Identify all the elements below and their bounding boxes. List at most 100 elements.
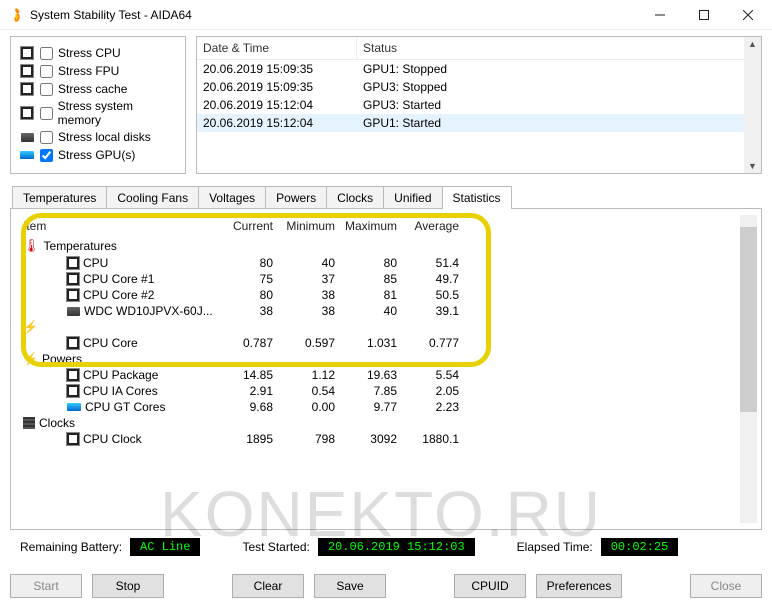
cpu-icon <box>67 273 79 285</box>
clear-button[interactable]: Clear <box>232 574 304 598</box>
stats-header-min[interactable]: Minimum <box>283 219 345 233</box>
stats-row[interactable]: CPU80408051.4 <box>15 255 740 271</box>
stress-label: Stress CPU <box>58 46 121 60</box>
close-button[interactable] <box>726 1 770 29</box>
stats-header-item[interactable]: Item <box>15 219 221 233</box>
tab-cooling-fans[interactable]: Cooling Fans <box>106 186 199 209</box>
events-scrollbar[interactable]: ▲▼ <box>744 37 761 173</box>
group-label: Powers <box>42 352 82 366</box>
cell-max: 3092 <box>345 432 407 446</box>
stats-header-cur[interactable]: Current <box>221 219 283 233</box>
row-name: CPU Core #1 <box>83 272 154 286</box>
cell-max: 81 <box>345 288 407 302</box>
stress-checkbox-3[interactable] <box>40 107 53 120</box>
start-button[interactable]: Start <box>10 574 82 598</box>
stats-group[interactable]: 🌡 Temperatures <box>15 237 740 255</box>
cell-min: 38 <box>283 288 345 302</box>
cpuid-button[interactable]: CPUID <box>454 574 526 598</box>
stats-group[interactable]: Clocks <box>15 415 740 431</box>
row-name: CPU GT Cores <box>85 400 165 414</box>
cell-max: 1.031 <box>345 336 407 350</box>
stress-label: Stress GPU(s) <box>58 148 135 162</box>
statusbar: Remaining Battery: AC Line Test Started:… <box>10 530 762 564</box>
scroll-down-icon[interactable]: ▼ <box>746 159 759 173</box>
cell-max: 85 <box>345 272 407 286</box>
gpu-icon <box>19 147 35 163</box>
stats-group[interactable]: ⚡ <box>15 319 740 335</box>
stats-group[interactable]: ⚡Powers <box>15 351 740 367</box>
cell-cur: 38 <box>221 304 283 318</box>
tab-voltages[interactable]: Voltages <box>198 186 266 209</box>
preferences-button[interactable]: Preferences <box>536 574 622 598</box>
panel-scrollbar[interactable] <box>740 215 757 523</box>
stats-row[interactable]: CPU Core #175378549.7 <box>15 271 740 287</box>
cpu-icon <box>67 385 79 397</box>
event-row[interactable]: 20.06.2019 15:09:35GPU1: Stopped <box>197 60 761 78</box>
tab-temperatures[interactable]: Temperatures <box>12 186 107 209</box>
tab-unified[interactable]: Unified <box>383 186 442 209</box>
minimize-button[interactable] <box>638 1 682 29</box>
cell-min: 798 <box>283 432 345 446</box>
stress-checkbox-1[interactable] <box>40 65 53 78</box>
stress-label: Stress system memory <box>58 99 177 127</box>
events-log: Date & Time Status 20.06.2019 15:09:35GP… <box>196 36 762 174</box>
tab-statistics[interactable]: Statistics <box>442 186 512 209</box>
elapsed-value: 00:02:25 <box>601 538 679 556</box>
row-name: CPU <box>83 256 108 270</box>
event-datetime: 20.06.2019 15:12:04 <box>197 96 357 114</box>
event-row[interactable]: 20.06.2019 15:12:04GPU1: Started <box>197 114 761 132</box>
cell-max: 80 <box>345 256 407 270</box>
statistics-panel: ItemCurrentMinimumMaximumAverage 🌡 Tempera… <box>10 208 762 530</box>
gpu-icon <box>67 403 81 411</box>
stop-button[interactable]: Stop <box>92 574 164 598</box>
cpu-icon <box>19 63 35 79</box>
events-col-status[interactable]: Status <box>357 37 761 59</box>
tab-powers[interactable]: Powers <box>265 186 327 209</box>
row-name: CPU Core <box>83 336 138 350</box>
titlebar: System Stability Test - AIDA64 <box>0 0 772 30</box>
stress-row-3: Stress system memory <box>19 99 177 127</box>
cell-max: 7.85 <box>345 384 407 398</box>
stress-row-0: Stress CPU <box>19 45 177 61</box>
group-label: Temperatures <box>44 239 117 253</box>
cpu-icon <box>67 369 79 381</box>
cell-min: 0.54 <box>283 384 345 398</box>
stress-checkbox-5[interactable] <box>40 149 53 162</box>
row-name: CPU Clock <box>83 432 142 446</box>
battery-label: Remaining Battery: <box>20 540 122 554</box>
stress-row-2: Stress cache <box>19 81 177 97</box>
maximize-button[interactable] <box>682 1 726 29</box>
event-row[interactable]: 20.06.2019 15:09:35GPU3: Stopped <box>197 78 761 96</box>
stress-checkbox-4[interactable] <box>40 131 53 144</box>
events-col-datetime[interactable]: Date & Time <box>197 37 357 59</box>
stats-row[interactable]: CPU Core0.7870.5971.0310.777 <box>15 335 740 351</box>
cpu-icon <box>19 105 35 121</box>
stats-row[interactable]: CPU Clock189579830921880.1 <box>15 431 740 447</box>
stress-options: Stress CPU Stress FPU Stress cache Stress s… <box>10 36 186 174</box>
tab-clocks[interactable]: Clocks <box>326 186 384 209</box>
event-datetime: 20.06.2019 15:09:35 <box>197 60 357 78</box>
stress-label: Stress FPU <box>58 64 119 78</box>
scroll-up-icon[interactable]: ▲ <box>746 37 759 51</box>
close-button-bottom[interactable]: Close <box>690 574 762 598</box>
stats-row[interactable]: CPU Package14.851.1219.635.54 <box>15 367 740 383</box>
battery-value: AC Line <box>130 538 200 556</box>
stats-row[interactable]: WDC WD10JPVX-60J...38384039.1 <box>15 303 740 319</box>
stress-checkbox-0[interactable] <box>40 47 53 60</box>
save-button[interactable]: Save <box>314 574 386 598</box>
stats-row[interactable]: CPU GT Cores9.680.009.772.23 <box>15 399 740 415</box>
event-row[interactable]: 20.06.2019 15:12:04GPU3: Started <box>197 96 761 114</box>
cell-avg: 2.05 <box>407 384 469 398</box>
cpu-icon <box>19 45 35 61</box>
stats-header-max[interactable]: Maximum <box>345 219 407 233</box>
stats-row[interactable]: CPU IA Cores2.910.547.852.05 <box>15 383 740 399</box>
stress-checkbox-2[interactable] <box>40 83 53 96</box>
event-status: GPU3: Stopped <box>357 78 761 96</box>
cell-max: 9.77 <box>345 400 407 414</box>
stats-row[interactable]: CPU Core #280388150.5 <box>15 287 740 303</box>
started-label: Test Started: <box>242 540 309 554</box>
event-status: GPU1: Started <box>357 114 761 132</box>
row-name: CPU Core #2 <box>83 288 154 302</box>
thermometer-icon: 🌡 <box>23 238 40 254</box>
stats-header-avg[interactable]: Average <box>407 219 469 233</box>
